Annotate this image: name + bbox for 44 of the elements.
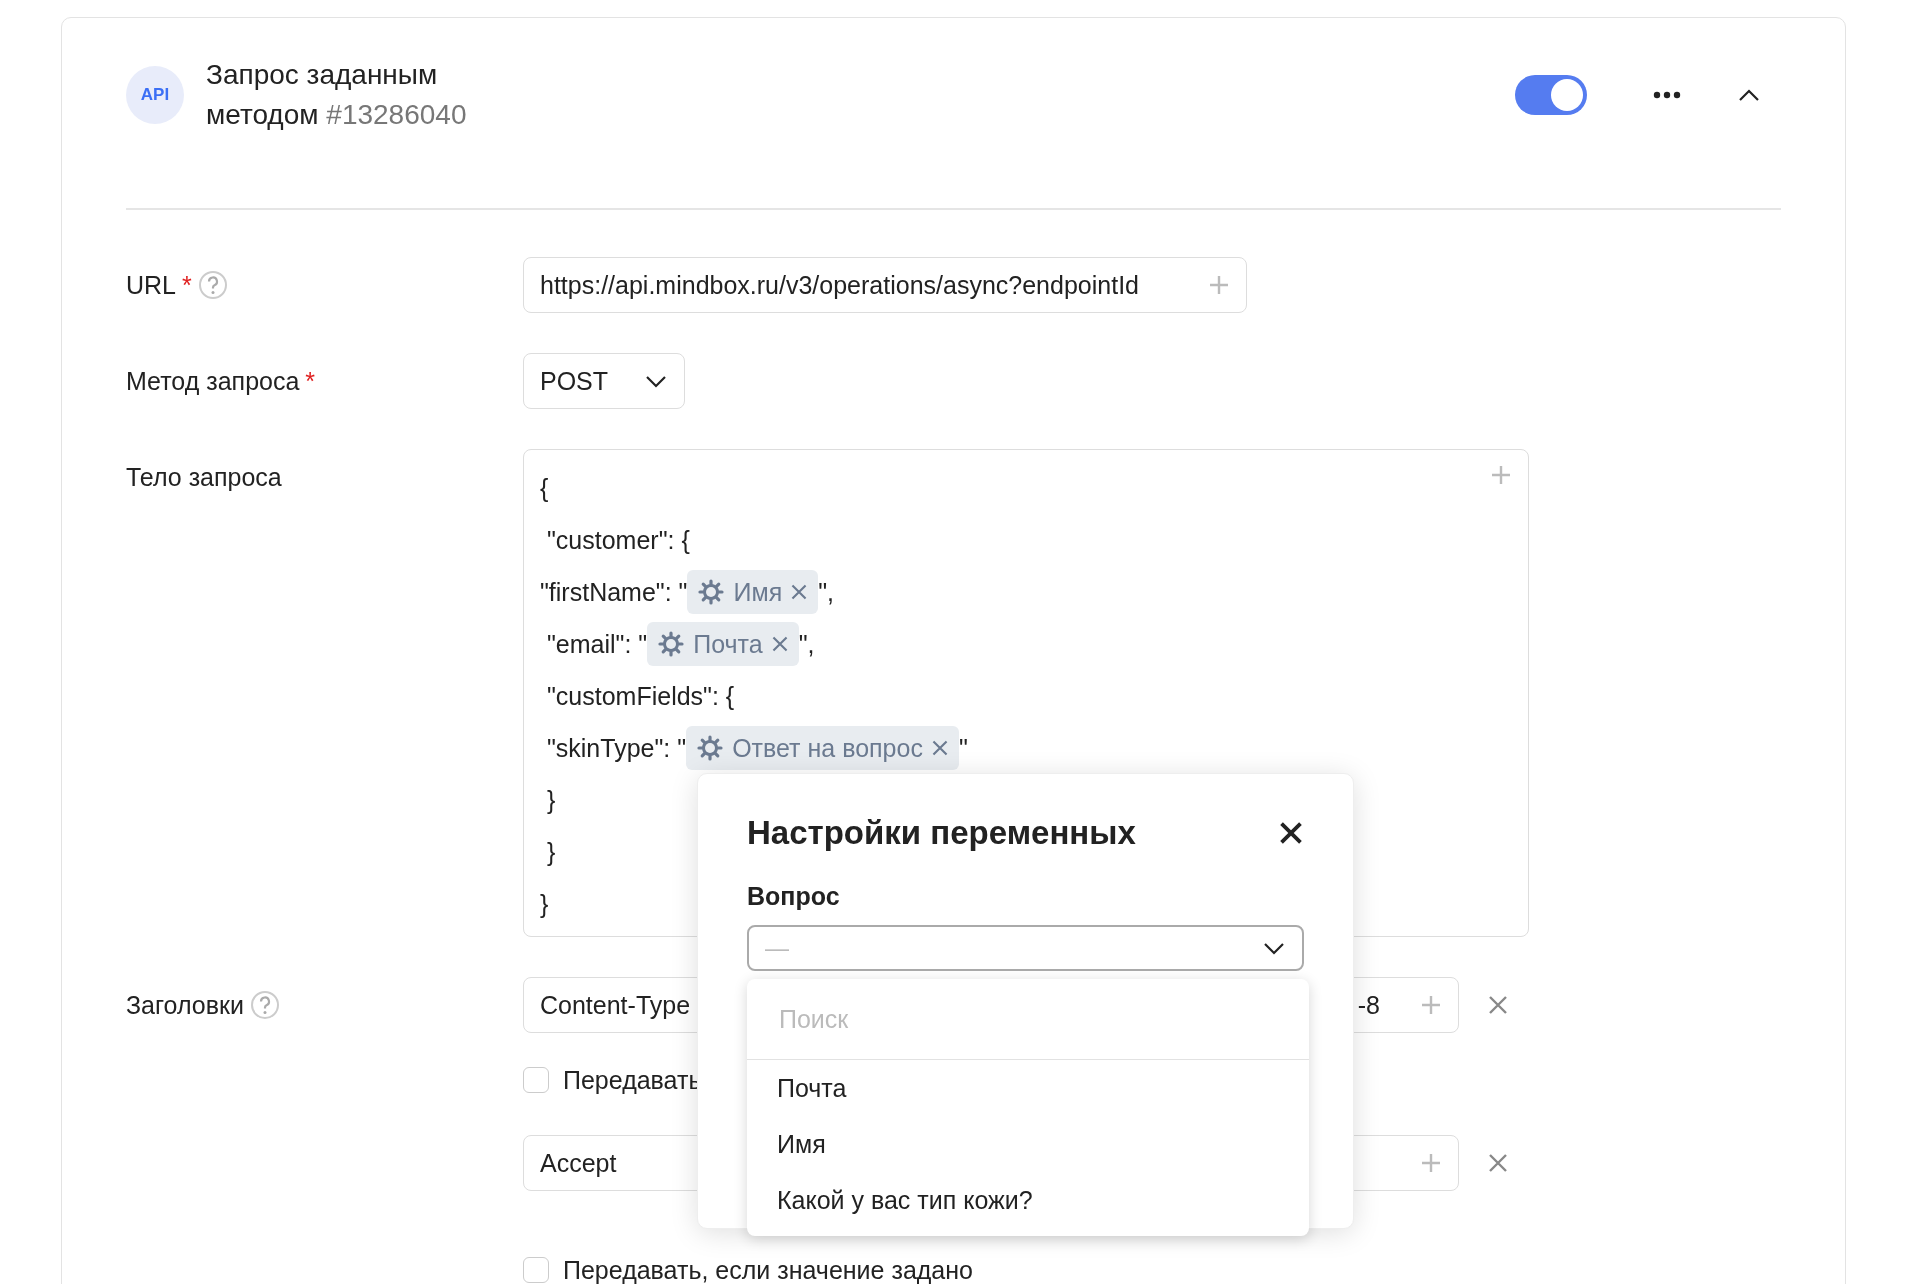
code-text: "firstName": " [540,577,688,607]
field-label: Метод запроса * [126,366,316,396]
field-label: Тело запроса [126,462,282,492]
plus-icon[interactable] [1490,464,1512,486]
code-text: "skinType": " [545,733,687,763]
card-title: Запрос заданным методом #13286040 [206,58,468,132]
code-text: " [958,733,968,763]
code-text: } [545,785,556,815]
url-field[interactable]: https://api.mindbox.ru/v3/operations/async?endpointId [523,257,1247,313]
code-text: { [540,473,549,503]
code-text: "customer": { [545,525,690,555]
method-select[interactable]: POST [523,353,685,409]
checkbox[interactable] [523,1257,549,1283]
variable-chip[interactable]: Имя [687,570,819,614]
dropdown-option[interactable]: Имя [747,1116,1309,1172]
field-label: Заголовки [126,990,244,1020]
close-icon[interactable] [1278,820,1304,846]
dropdown-option[interactable]: Какой у вас тип кожи? [747,1172,1309,1228]
field-label: URL * [126,270,192,300]
field-label: Вопрос [747,882,841,911]
checkbox-label: Передавать [563,1065,702,1095]
code-text: ", [798,629,815,659]
variable-chip[interactable]: Почта [647,622,799,666]
help-icon[interactable] [249,990,280,1020]
plus-icon[interactable] [1208,274,1230,296]
code-text: "customFields": { [545,681,735,711]
code-text: ", [818,577,834,607]
dialog-title: Настройки переменных [747,814,1136,852]
plus-icon[interactable] [1420,1152,1442,1174]
gear-icon [697,578,726,606]
variable-chip[interactable]: Ответ на вопрос [686,726,959,770]
checkbox[interactable] [523,1067,549,1093]
toggle-switch[interactable] [1515,75,1587,115]
code-text: } [545,837,556,867]
plus-icon[interactable] [1420,994,1442,1016]
api-avatar: API [126,66,184,124]
checkbox-label: Передавать, если значение задано [563,1255,973,1284]
gear-icon [696,734,725,762]
dropdown-option[interactable]: Почта [747,1060,1309,1116]
code-text: "email": " [545,629,648,659]
gear-icon [657,630,686,658]
more-icon[interactable] [1653,91,1681,99]
help-icon[interactable] [197,270,228,300]
code-text: } [540,889,549,919]
